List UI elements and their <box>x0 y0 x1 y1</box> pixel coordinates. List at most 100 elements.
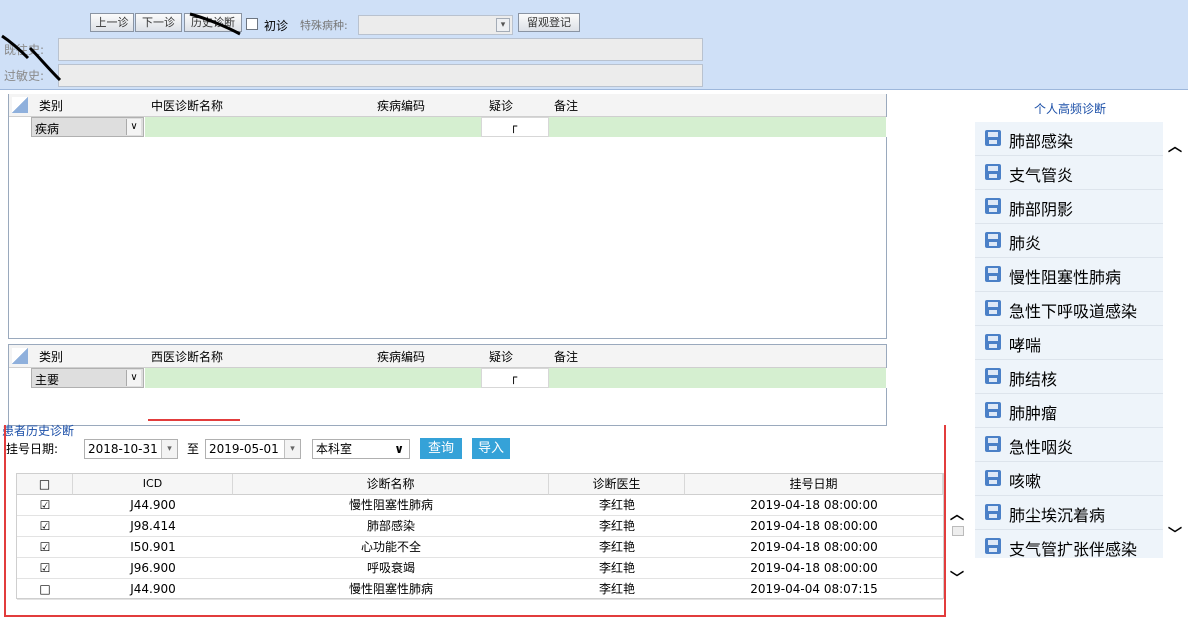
chevron-down-icon[interactable]: ﹀ <box>1168 524 1182 544</box>
date-from-input[interactable]: 2018-10-31 ▾ <box>84 439 178 459</box>
freq-item[interactable]: 急性下呼吸道感染 <box>975 292 1163 326</box>
import-button[interactable]: 导入 <box>472 438 510 459</box>
red-highlight-line <box>148 419 240 421</box>
select-all-corner[interactable] <box>12 348 28 364</box>
col-diagnosis-name: 诊断名称 <box>233 474 549 495</box>
chevron-down-icon[interactable]: ∨ <box>394 440 404 458</box>
wm-remark-cell[interactable] <box>549 368 887 388</box>
freq-item-label: 哮喘 <box>1009 336 1042 355</box>
table-row[interactable]: ☑ I50.901 心功能不全 李红艳 2019-04-18 08:00:00 <box>17 537 943 558</box>
table-row[interactable]: □ J44.900 慢性阻塞性肺病 李红艳 2019-04-04 08:07:1… <box>17 579 943 600</box>
freq-item-label: 咳嗽 <box>1009 472 1042 491</box>
frequent-diagnosis-list: 肺部感染 支气管炎 肺部阴影 肺炎 慢性阻塞性肺病 急性下呼吸道感染 哮喘 肺结… <box>970 122 1170 558</box>
freq-item[interactable]: 肺尘埃沉着病 <box>975 496 1163 530</box>
special-disease-label: 特殊病种: <box>300 19 348 32</box>
wm-code-cell[interactable] <box>369 368 482 388</box>
date-to-input[interactable]: 2019-05-01 ▾ <box>205 439 301 459</box>
chevron-up-icon[interactable]: ︿ <box>950 504 964 524</box>
freq-item-label: 急性咽炎 <box>1009 438 1074 457</box>
save-icon <box>985 504 1001 520</box>
chevron-down-icon[interactable]: ▾ <box>284 440 300 458</box>
chevron-down-icon[interactable]: ﹀ <box>950 568 964 588</box>
tcm-remark-cell[interactable] <box>549 117 887 137</box>
row-date: 2019-04-18 08:00:00 <box>685 537 943 558</box>
row-doctor: 李红艳 <box>549 495 685 516</box>
row-doctor: 李红艳 <box>549 558 685 579</box>
select-all-corner[interactable] <box>12 97 28 113</box>
tcm-diagnosis-grid: 类别 中医诊断名称 疾病编码 疑诊 备注 疾病 ∨ ┌ <box>8 94 887 339</box>
row-name: 心功能不全 <box>233 537 549 558</box>
row-checkbox[interactable]: ☑ <box>17 516 73 537</box>
wm-category-select[interactable]: 主要 ∨ <box>31 368 144 388</box>
scribble-marks <box>1 12 241 82</box>
wm-suspect-cell[interactable]: ┌ <box>481 368 549 388</box>
wm-grid-row[interactable]: 主要 ∨ ┌ <box>9 368 887 388</box>
observation-register-button[interactable]: 留观登记 <box>518 13 580 32</box>
freq-item[interactable]: 肺部感染 <box>975 122 1163 156</box>
row-date: 2019-04-04 08:07:15 <box>685 579 943 600</box>
freq-item-label: 肺结核 <box>1009 370 1058 389</box>
row-icd: I50.901 <box>73 537 233 558</box>
save-icon <box>985 130 1001 146</box>
freq-item-label: 肺炎 <box>1009 234 1042 253</box>
row-checkbox[interactable]: □ <box>17 579 73 600</box>
tcm-category-value: 疾病 <box>35 122 60 136</box>
row-icd: J44.900 <box>73 495 233 516</box>
tcm-category-select[interactable]: 疾病 ∨ <box>31 117 144 137</box>
wm-col-remark: 备注 <box>554 350 579 364</box>
row-checkbox[interactable]: ☑ <box>17 558 73 579</box>
query-button[interactable]: 查询 <box>420 438 462 459</box>
freq-item[interactable]: 肺部阴影 <box>975 190 1163 224</box>
freq-item[interactable]: 哮喘 <box>975 326 1163 360</box>
freq-item[interactable]: 支气管扩张伴感染 <box>975 530 1163 558</box>
tcm-code-cell[interactable] <box>369 117 482 137</box>
chevron-down-icon[interactable]: ∨ <box>126 119 141 135</box>
wm-name-cell[interactable] <box>145 368 370 388</box>
history-scrollbar[interactable]: ︿ ﹀ <box>948 496 968 616</box>
table-row[interactable]: ☑ J96.900 呼吸衰竭 李红艳 2019-04-18 08:00:00 <box>17 558 943 579</box>
row-name: 肺部感染 <box>233 516 549 537</box>
freq-item[interactable]: 肺肿瘤 <box>975 394 1163 428</box>
tcm-name-cell[interactable] <box>145 117 370 137</box>
tcm-grid-row[interactable]: 疾病 ∨ ┌ <box>9 117 887 137</box>
save-icon <box>985 334 1001 350</box>
freq-item-label: 急性下呼吸道感染 <box>1009 302 1138 321</box>
first-visit-label: 初诊 <box>264 19 289 33</box>
row-icd: J44.900 <box>73 579 233 600</box>
tcm-col-name: 中医诊断名称 <box>151 99 224 113</box>
freq-item[interactable]: 支气管炎 <box>975 156 1163 190</box>
wm-diagnosis-grid: 类别 西医诊断名称 疾病编码 疑诊 备注 主要 ∨ ┌ <box>8 344 887 426</box>
col-select-all-checkbox[interactable]: □ <box>17 474 73 495</box>
table-row[interactable]: ☑ J98.414 肺部感染 李红艳 2019-04-18 08:00:00 <box>17 516 943 537</box>
row-doctor: 李红艳 <box>549 579 685 600</box>
reg-date-label: 挂号日期: <box>6 442 59 456</box>
chevron-up-icon[interactable]: ︿ <box>1168 136 1182 156</box>
chevron-down-icon[interactable]: ▾ <box>161 440 177 458</box>
diagnosis-toolbar-panel: 上一诊 下一诊 历史诊断 初诊 特殊病种: ▾ 留观登记 既往史: 过敏史: <box>0 0 1188 90</box>
freq-item[interactable]: 急性咽炎 <box>975 428 1163 462</box>
freq-item-label: 慢性阻塞性肺病 <box>1009 268 1122 287</box>
department-select[interactable]: 本科室 ∨ <box>312 439 410 459</box>
special-disease-select[interactable]: ▾ <box>358 15 513 35</box>
tcm-col-remark: 备注 <box>554 99 579 113</box>
wm-grid-header: 类别 西医诊断名称 疾病编码 疑诊 备注 <box>9 345 886 368</box>
department-value: 本科室 <box>316 442 353 456</box>
tcm-suspect-cell[interactable]: ┌ <box>481 117 549 137</box>
scroll-thumb[interactable] <box>952 526 964 536</box>
freq-item[interactable]: 咳嗽 <box>975 462 1163 496</box>
freq-item[interactable]: 肺结核 <box>975 360 1163 394</box>
freq-item[interactable]: 慢性阻塞性肺病 <box>975 258 1163 292</box>
wm-category-value: 主要 <box>35 373 60 387</box>
chevron-down-icon[interactable]: ▾ <box>496 18 510 32</box>
freq-item[interactable]: 肺炎 <box>975 224 1163 258</box>
row-checkbox[interactable]: ☑ <box>17 495 73 516</box>
row-name: 呼吸衰竭 <box>233 558 549 579</box>
chevron-down-icon[interactable]: ∨ <box>126 370 141 386</box>
save-icon <box>985 266 1001 282</box>
tcm-suspect-checkbox[interactable]: ┌ <box>510 119 517 133</box>
wm-suspect-checkbox[interactable]: ┌ <box>510 370 517 384</box>
row-checkbox[interactable]: ☑ <box>17 537 73 558</box>
col-doctor: 诊断医生 <box>549 474 685 495</box>
table-row[interactable]: ☑ J44.900 慢性阻塞性肺病 李红艳 2019-04-18 08:00:0… <box>17 495 943 516</box>
history-table: □ ICD 诊断名称 诊断医生 挂号日期 ☑ J44.900 慢性阻塞性肺病 李… <box>16 473 944 600</box>
